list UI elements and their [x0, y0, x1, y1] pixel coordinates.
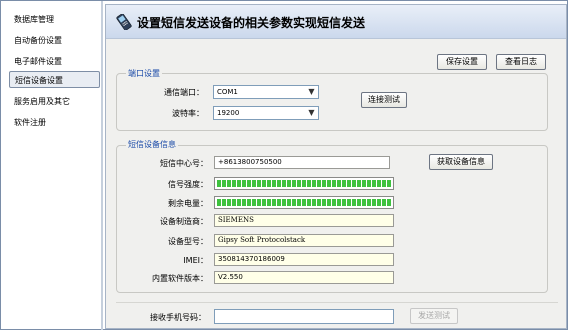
sidebar-item-email[interactable]: 电子邮件设置: [9, 53, 97, 70]
chevron-down-icon: ▼: [308, 108, 315, 117]
get-device-info-button[interactable]: 获取设备信息: [429, 154, 493, 170]
main-panel: 设置短信发送设备的相关参数实现短信发送 保存设置 查看日志 端口设置 通信端口：…: [105, 4, 567, 329]
send-test-button[interactable]: 发送测试: [410, 308, 458, 324]
port-select[interactable]: COM1 ▼: [213, 85, 319, 99]
app-window: 数据库管理 自动备份设置 电子邮件设置 短信设备设置 服务启用及其它 软件注册: [0, 0, 568, 330]
sidebar-item-register[interactable]: 软件注册: [9, 114, 97, 131]
signal-strength-fill: [217, 180, 391, 187]
mobile-phone-icon: [114, 13, 134, 31]
sidebar-item-auto-backup[interactable]: 自动备份设置: [9, 32, 97, 49]
sidebar-item-sms-device[interactable]: 短信设备设置: [9, 71, 100, 88]
divider: [116, 302, 558, 303]
sidebar-item-database[interactable]: 数据库管理: [9, 11, 97, 28]
connect-test-button[interactable]: 连接测试: [361, 92, 407, 108]
imei-field: 350814370186009: [214, 253, 394, 266]
header-banner: 设置短信发送设备的相关参数实现短信发送: [106, 5, 566, 39]
view-log-button[interactable]: 查看日志: [496, 54, 546, 70]
phone-number-label: 接收手机号码：: [150, 313, 206, 322]
manufacturer-field: SIEMENS: [214, 214, 394, 227]
baud-select-value: 19200: [217, 109, 240, 117]
device-info-title: 短信设备信息: [126, 139, 178, 150]
port-settings-title: 端口设置: [126, 68, 162, 79]
battery-label: 剩余电量：: [168, 199, 208, 208]
sms-center-field[interactable]: +8613800750500: [214, 156, 390, 169]
baud-select[interactable]: 19200 ▼: [213, 106, 319, 120]
sidebar-item-service[interactable]: 服务启用及其它: [9, 93, 97, 110]
battery-level-fill: [217, 199, 391, 206]
port-settings-group: [116, 73, 548, 131]
model-label: 设备型号：: [168, 237, 208, 246]
sidebar-divider: [101, 1, 103, 330]
save-settings-button[interactable]: 保存设置: [437, 54, 487, 70]
page-title: 设置短信发送设备的相关参数实现短信发送: [137, 16, 366, 30]
firmware-label: 内置软件版本：: [152, 274, 208, 283]
baud-label: 波特率：: [172, 109, 204, 118]
phone-number-input[interactable]: [214, 309, 394, 324]
signal-strength-bar: [214, 177, 394, 190]
sidebar-nav: 数据库管理 自动备份设置 电子邮件设置 短信设备设置 服务启用及其它 软件注册: [4, 5, 100, 327]
signal-label: 信号强度：: [168, 180, 208, 189]
imei-label: IMEI：: [183, 256, 208, 265]
manufacturer-label: 设备制造商：: [160, 217, 208, 226]
firmware-field: V2.550: [214, 271, 394, 284]
port-label: 通信端口：: [164, 88, 204, 97]
sms-center-label: 短信中心号：: [160, 159, 208, 168]
port-select-value: COM1: [217, 88, 238, 96]
battery-level-bar: [214, 196, 394, 209]
model-field: Gipsy Soft Protocolstack: [214, 234, 394, 247]
chevron-down-icon: ▼: [308, 87, 315, 96]
